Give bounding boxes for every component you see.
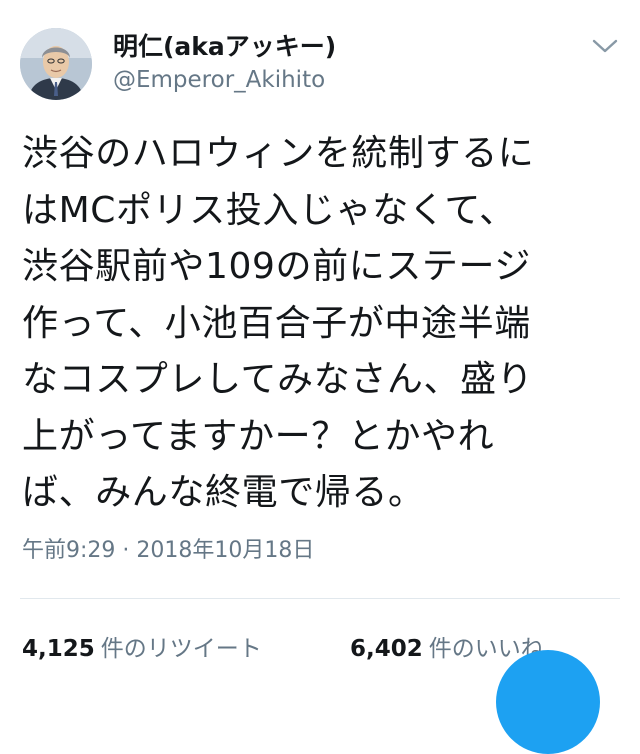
compose-button[interactable] (496, 650, 600, 754)
retweets-stat[interactable]: 4,125 件のリツイート (22, 632, 262, 666)
tweet-timestamp[interactable]: 午前9:29 · 2018年10月18日 (22, 536, 314, 566)
tweet-text-line: 渋谷駅前や109の前にステージ (22, 246, 531, 287)
tweet-detail: 明仁(akaアッキー) @Emperor_Akihito 渋谷のハロウィンを統制… (0, 0, 640, 754)
author-handle[interactable]: @Emperor_Akihito (113, 64, 336, 96)
tweet-text-line: 渋谷のハロウィンを統制するに (22, 133, 535, 174)
tweet-text-line: 作って、小池百合子が中途半端 (22, 302, 531, 344)
tweet-text-line: ば、みんな終電で帰る。 (22, 472, 425, 513)
user-avatar-icon[interactable] (20, 28, 92, 100)
retweets-count: 4,125 (22, 636, 95, 662)
tweet-text-line: はMCポリス投入じゃなくて、 (22, 189, 516, 231)
divider (20, 598, 620, 599)
author-display-name[interactable]: 明仁(akaアッキー) (113, 30, 336, 64)
author-names[interactable]: 明仁(akaアッキー) @Emperor_Akihito (113, 30, 336, 96)
retweets-label: 件のリツイート (100, 636, 262, 662)
likes-count: 6,402 (350, 636, 423, 662)
chevron-down-icon[interactable] (590, 34, 620, 58)
tweet-text: 渋谷のハロウィンを統制するに はMCポリス投入じゃなくて、 渋谷駅前や109の前… (22, 126, 622, 522)
tweet-text-line: 上がってますかー？とかやれ (22, 415, 495, 457)
tweet-text-line: なコスプレしてみなさん、盛り (22, 359, 534, 400)
